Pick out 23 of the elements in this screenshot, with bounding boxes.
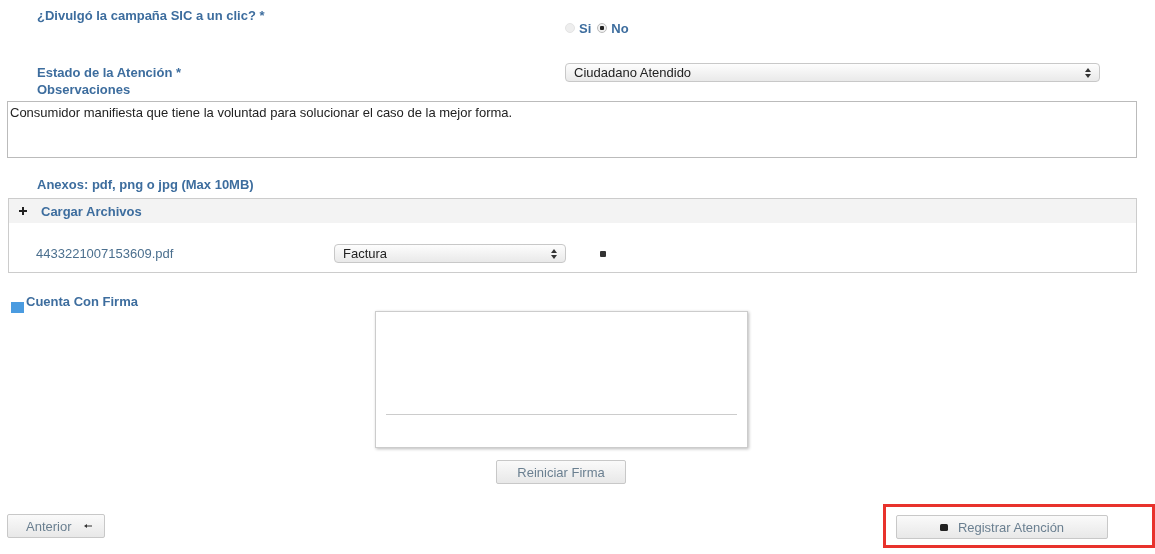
- back-button[interactable]: Anterior: [7, 514, 105, 538]
- plus-icon: [19, 207, 27, 215]
- field-label: Anexos: pdf, png o jpg (Max 10MB): [36, 177, 255, 192]
- panel-header[interactable]: Cargar Archivos: [9, 199, 1136, 223]
- radio-button[interactable]: [597, 23, 608, 33]
- arrow-left-icon: [83, 524, 92, 528]
- updown-icon: [551, 248, 557, 259]
- checkbox[interactable]: [11, 302, 24, 313]
- status-dropdown[interactable]: Ciudadano Atendido: [565, 63, 1100, 82]
- reset-signature-button[interactable]: Reiniciar Firma: [496, 460, 626, 484]
- checkbox-label: Cuenta Con Firma: [26, 294, 138, 309]
- submit-button[interactable]: Registrar Atención: [896, 515, 1108, 539]
- panel-title[interactable]: Cargar Archivos: [41, 203, 142, 219]
- file-name[interactable]: 4433221007153609.pdf: [36, 246, 334, 261]
- field-label: Observaciones: [36, 82, 132, 97]
- signature-pad[interactable]: [374, 311, 748, 448]
- file-type-dropdown[interactable]: Factura: [334, 244, 566, 263]
- question-label: Estado de la Atención *: [36, 65, 182, 80]
- observations-field[interactable]: Consumidor manifiesta que tiene la voluntad para solucionar el caso de la mejor forma.: [7, 101, 1137, 158]
- radio-label[interactable]: No: [611, 20, 629, 36]
- radio-label[interactable]: Si: [579, 20, 592, 36]
- question-label: ¿Divulgó la campaña SIC a un clic? *: [36, 8, 266, 25]
- updown-icon: [1085, 67, 1091, 78]
